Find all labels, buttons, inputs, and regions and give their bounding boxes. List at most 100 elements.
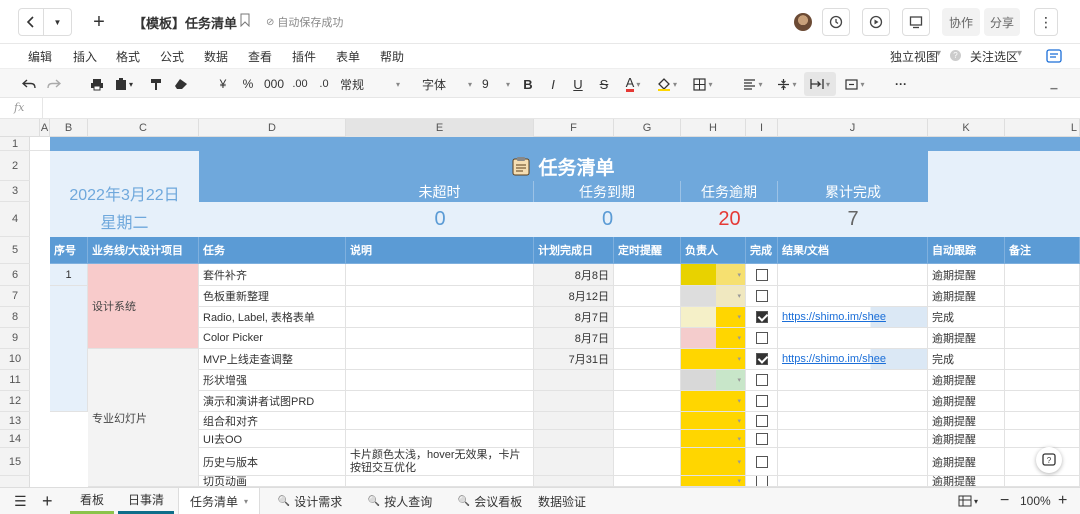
document-title[interactable]: 【模板】任务清单 [133,13,237,32]
eraser-icon[interactable] [172,75,190,93]
history-button[interactable] [822,8,850,36]
owner-cell[interactable]: ▾ [681,349,746,370]
task-cell[interactable]: 演示和演讲者试图PRD [199,391,346,412]
owner-cell[interactable]: ▾ [681,412,746,430]
menu-formula[interactable]: 公式 [160,48,184,65]
owner-cell[interactable]: ▾ [681,430,746,448]
note-cell[interactable] [1005,391,1080,412]
formula-input[interactable] [42,98,1080,118]
col-header-d[interactable]: D [199,119,346,137]
redo-icon[interactable] [45,75,63,93]
auto-track-cell[interactable]: 逾期提醒 [928,448,1005,476]
format-painter-icon[interactable] [148,75,164,93]
task-cell[interactable]: 历史与版本 [199,448,346,476]
reminder-cell[interactable] [614,476,681,487]
result-cell[interactable] [778,370,928,391]
done-checkbox-cell[interactable] [746,412,778,430]
auto-track-cell[interactable]: 逾期提醒 [928,412,1005,430]
view-mode-button[interactable]: ▾ [958,488,988,514]
note-cell[interactable] [1005,349,1080,370]
note-cell[interactable] [1005,370,1080,391]
group-cell-slides[interactable]: 专业幻灯片 [88,349,199,487]
vertical-align-button[interactable]: ▾ [774,75,800,93]
done-checkbox[interactable] [755,432,768,445]
auto-track-cell[interactable]: 逾期提醒 [928,430,1005,448]
desc-cell[interactable]: 卡片颜色太浅，hover无效果，卡片按钮交互优化 [346,448,534,476]
auto-track-cell[interactable]: 逾期提醒 [928,370,1005,391]
fill-color-button[interactable]: ▾ [654,75,680,93]
col-header-e[interactable]: E [346,119,534,137]
done-checkbox[interactable] [755,268,768,281]
col-header-l[interactable]: L [1005,119,1080,137]
col-header-a[interactable]: A [40,119,50,137]
result-cell[interactable]: https://shimo.im/shee [778,349,928,370]
note-cell[interactable] [1005,307,1080,328]
col-header-j[interactable]: J [778,119,928,137]
result-cell[interactable] [778,391,928,412]
sheet-tab-6[interactable]: 🔍 会议看板 [448,488,532,514]
note-cell[interactable] [1005,286,1080,307]
due-date-cell[interactable]: 8月12日 [534,286,614,307]
reminder-cell[interactable] [614,412,681,430]
sheet-tab-2[interactable]: 日事清 [118,488,174,514]
due-date-cell[interactable] [534,476,614,487]
done-checkbox-cell[interactable] [746,430,778,448]
owner-cell[interactable]: ▾ [681,476,746,487]
due-date-cell[interactable] [534,391,614,412]
font-color-button[interactable]: A ▾ [620,75,646,93]
increase-decimal-button[interactable]: .00 [290,75,310,93]
avatar[interactable] [794,13,812,31]
row-header[interactable]: 11 [0,370,30,391]
present-button[interactable] [862,8,890,36]
desc-cell[interactable] [346,349,534,370]
col-header-g[interactable]: G [614,119,681,137]
menu-insert[interactable]: 插入 [73,48,97,65]
sheet-tab-5[interactable]: 🔍 按人查询 [358,488,442,514]
reminder-cell[interactable] [614,286,681,307]
menu-plugin[interactable]: 插件 [292,48,316,65]
owner-cell[interactable]: ▾ [681,264,746,286]
owner-cell[interactable]: ▾ [681,286,746,307]
owner-cell[interactable]: ▾ [681,370,746,391]
done-checkbox-cell[interactable] [746,448,778,476]
help-button[interactable]: ? [1036,447,1062,473]
collaborate-button[interactable]: 协作 [942,8,980,36]
stat-label-overdue[interactable]: 任务逾期 [681,181,778,202]
result-cell[interactable] [778,448,928,476]
done-checkbox-cell[interactable] [746,307,778,328]
desc-cell[interactable] [346,307,534,328]
header-desc[interactable]: 说明 [346,237,534,264]
menu-view[interactable]: 查看 [248,48,272,65]
reminder-cell[interactable] [614,307,681,328]
strikethrough-button[interactable]: S [596,75,612,93]
help-circle-icon[interactable]: ? [950,50,961,61]
note-cell[interactable] [1005,412,1080,430]
header-remind[interactable]: 定时提醒 [614,237,681,264]
share-screen-button[interactable] [902,8,930,36]
task-cell[interactable]: MVP上线走查调整 [199,349,346,370]
seq-cell[interactable]: 1 [50,264,88,286]
note-cell[interactable] [1005,328,1080,349]
stats-blank[interactable] [199,202,346,237]
done-checkbox-cell[interactable] [746,286,778,307]
done-checkbox[interactable] [755,311,768,323]
due-date-cell[interactable]: 7月31日 [534,349,614,370]
more-tools-button[interactable]: ··· [892,75,910,93]
owner-cell[interactable]: ▾ [681,391,746,412]
add-sheet-icon[interactable]: + [42,488,62,514]
auto-track-cell[interactable]: 完成 [928,349,1005,370]
done-checkbox[interactable] [755,455,768,468]
auto-track-cell[interactable]: 完成 [928,307,1005,328]
header-task[interactable]: 任务 [199,237,346,264]
stat-value-overdue[interactable]: 20 [681,202,778,237]
stat-value-ontime[interactable]: 0 [346,202,534,237]
done-checkbox[interactable] [755,414,768,427]
new-button[interactable]: + [86,8,112,36]
bookmark-icon[interactable] [240,13,250,30]
col-a-blank[interactable] [30,151,50,264]
done-checkbox[interactable] [755,395,768,407]
collapse-toolbar-icon[interactable]: ▁ [1048,75,1060,93]
header-result[interactable]: 结果/文档 [778,237,928,264]
more-menu-button[interactable]: ⋮ [1034,8,1058,36]
desc-cell[interactable] [346,430,534,448]
